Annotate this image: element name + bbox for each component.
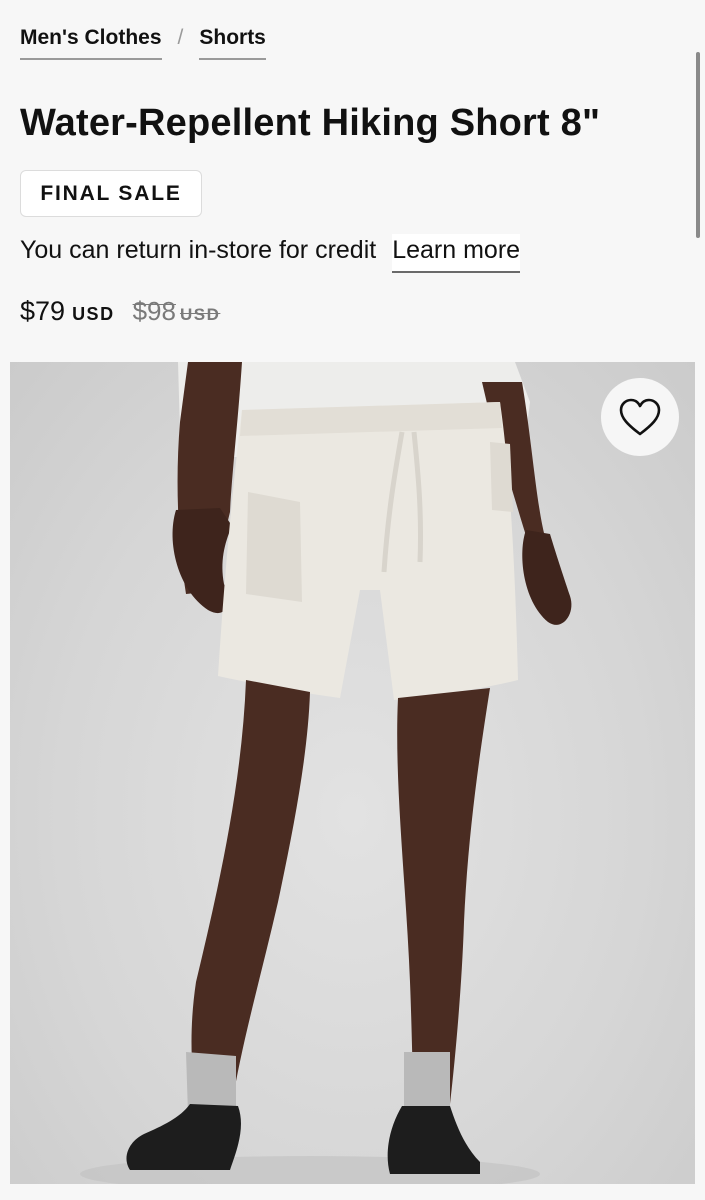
breadcrumb-separator: / <box>177 26 184 49</box>
wishlist-button[interactable] <box>601 378 679 456</box>
original-price-amount: $98 <box>132 296 176 326</box>
current-price: $79 <box>20 296 66 326</box>
page-scrollbar[interactable] <box>696 52 700 238</box>
return-policy: You can return in-store for credit Learn… <box>20 234 521 273</box>
heart-outline-icon <box>618 397 662 437</box>
learn-more-link[interactable]: Learn more <box>392 234 521 273</box>
product-image[interactable] <box>10 362 695 1184</box>
breadcrumb: Men's Clothes / Shorts <box>20 26 266 60</box>
original-price-currency: USD <box>179 305 221 324</box>
price: $79 USD $98 USD <box>20 296 220 327</box>
original-price: $98 USD <box>133 296 221 327</box>
product-title: Water-Repellent Hiking Short 8" <box>20 102 601 144</box>
return-policy-text: You can return in-store for credit <box>20 236 377 264</box>
current-price-currency: USD <box>72 304 115 324</box>
breadcrumb-mens-clothes[interactable]: Men's Clothes <box>20 26 162 60</box>
final-sale-badge: FINAL SALE <box>20 170 202 217</box>
product-photo <box>80 362 572 1184</box>
breadcrumb-shorts[interactable]: Shorts <box>199 26 266 60</box>
